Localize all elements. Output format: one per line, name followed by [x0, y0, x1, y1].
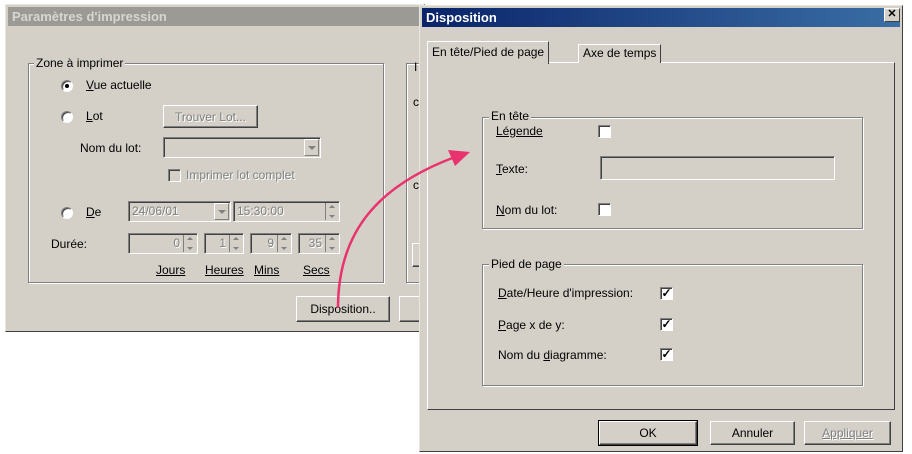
vue-actuelle-text: ue actuelle — [93, 78, 152, 92]
time-value: 15:30:00 — [237, 204, 284, 218]
nom-text: om du lot: — [504, 203, 558, 217]
nom-diagramme-text-b: iagramme: — [550, 348, 607, 362]
ok-button[interactable]: OK — [598, 420, 698, 446]
vue-actuelle-label: Vue actuelle — [86, 78, 152, 92]
lot-text: ot — [92, 109, 103, 123]
tab-en-tete-pied-de-page[interactable]: En tête/Pied de page — [427, 41, 550, 64]
trouver-lot-label: Trouver Lot... — [175, 110, 246, 124]
page-label: Page x de y: — [498, 318, 565, 332]
unit-heures-label: Heures — [205, 263, 244, 277]
ok-button-label: OK — [639, 426, 657, 440]
tab-en-tete-label: En tête/Pied de page — [432, 45, 545, 59]
duree-label: Durée: — [51, 237, 88, 251]
radio-vue-actuelle[interactable] — [61, 80, 73, 92]
appliquer-button[interactable]: Appliquer — [804, 421, 891, 445]
date-heure-checkbox[interactable]: ✓ — [660, 287, 673, 300]
page-text: age x de y: — [506, 318, 565, 332]
unit-mins-label: Mins — [254, 263, 280, 277]
de-mnemonic: D — [86, 205, 95, 219]
nom-du-lot-dropdown[interactable] — [163, 137, 321, 158]
duree-jours-spinner[interactable]: 0 — [128, 233, 198, 254]
print-settings-window: Paramètres d'impression Zone à imprimer … — [5, 4, 436, 332]
texte-text: exte: — [502, 162, 529, 176]
de-label: De — [86, 205, 101, 219]
radio-de[interactable] — [61, 207, 73, 219]
page-mnemonic: P — [498, 318, 507, 332]
tab-axe-label: Axe de temps — [583, 46, 657, 60]
zone-group-legend: Zone à imprimer — [34, 56, 126, 70]
page-checkbox[interactable]: ✓ — [660, 318, 673, 331]
texte-label: Texte: — [496, 162, 528, 176]
header-group-legend: En tête — [489, 109, 532, 123]
date-heure-mnemonic: D — [498, 286, 507, 300]
texte-input[interactable] — [600, 156, 835, 180]
side-glyph-1: I — [414, 60, 418, 74]
unit-secs-label: Secs — [303, 263, 330, 277]
nom-du-lot-label: Nom du lot: — [80, 141, 142, 155]
duree-mins-spinner[interactable]: 9 — [250, 233, 292, 254]
spinner-arrows-icon[interactable] — [277, 235, 290, 252]
print-settings-title: Paramètres d'impression — [8, 7, 422, 26]
lot-mnemonic: L — [86, 109, 93, 123]
disposition-button-label: Disposition.. — [310, 302, 376, 316]
nom-diagramme-text-a: Nom du — [498, 348, 544, 362]
lot-label: Lot — [86, 109, 103, 123]
duree-jours-value: 0 — [173, 236, 180, 250]
spinner-arrows-icon[interactable] — [325, 235, 338, 252]
nom-diagramme-label: Nom du diagramme: — [498, 348, 607, 362]
imprimer-lot-complet-label: Imprimer lot complet — [186, 168, 295, 182]
imprimer-lot-complet-checkbox[interactable] — [168, 169, 181, 182]
dropdown-arrow-icon[interactable] — [214, 203, 229, 220]
close-icon[interactable]: ✕ — [884, 8, 900, 22]
spinner-arrows-icon[interactable] — [229, 235, 242, 252]
date-heure-text: ate/Heure d'impression: — [506, 286, 634, 300]
duree-heures-spinner[interactable]: 1 — [204, 233, 244, 254]
dropdown-arrow-icon[interactable] — [304, 139, 319, 156]
nom-mnemonic: N — [496, 203, 505, 217]
disposition-dialog: Disposition ✕ En tête/Pied de page Axe d… — [419, 5, 903, 452]
date-value: 24/06/01 — [132, 204, 179, 218]
header-nom-du-lot-label: Nom du lot: — [496, 203, 557, 217]
appliquer-button-label: Appliquer — [822, 426, 873, 440]
vue-actuelle-mnemonic: V — [86, 78, 94, 92]
de-text: e — [94, 205, 102, 219]
trouver-lot-button[interactable]: Trouver Lot... — [163, 105, 258, 128]
duree-secs-value: 35 — [308, 236, 322, 250]
legende-checkbox[interactable] — [598, 125, 611, 138]
duree-secs-spinner[interactable]: 35 — [298, 233, 340, 254]
duree-mins-value: 9 — [267, 236, 274, 250]
disposition-title: Disposition — [422, 8, 900, 27]
annuler-button-label: Annuler — [731, 426, 774, 440]
time-spinner[interactable]: 15:30:00 — [233, 201, 340, 222]
spinner-arrows-icon[interactable] — [183, 235, 196, 252]
header-nom-du-lot-checkbox[interactable] — [598, 203, 611, 216]
annuler-button[interactable]: Annuler — [710, 421, 795, 445]
footer-group-legend: Pied de page — [489, 257, 564, 271]
tab-axe-de-temps[interactable]: Axe de temps — [578, 44, 662, 63]
legende-label: Légende — [496, 124, 543, 138]
date-heure-label: Date/Heure d'impression: — [498, 286, 633, 300]
spinner-arrows-icon[interactable] — [325, 203, 338, 220]
duree-heures-value: 1 — [219, 236, 226, 250]
nom-diagramme-checkbox[interactable]: ✓ — [660, 348, 673, 361]
radio-lot[interactable] — [61, 111, 73, 123]
unit-jours-label: Jours — [156, 263, 186, 277]
disposition-button[interactable]: Disposition.. — [296, 296, 390, 322]
date-dropdown[interactable]: 24/06/01 — [128, 201, 231, 222]
